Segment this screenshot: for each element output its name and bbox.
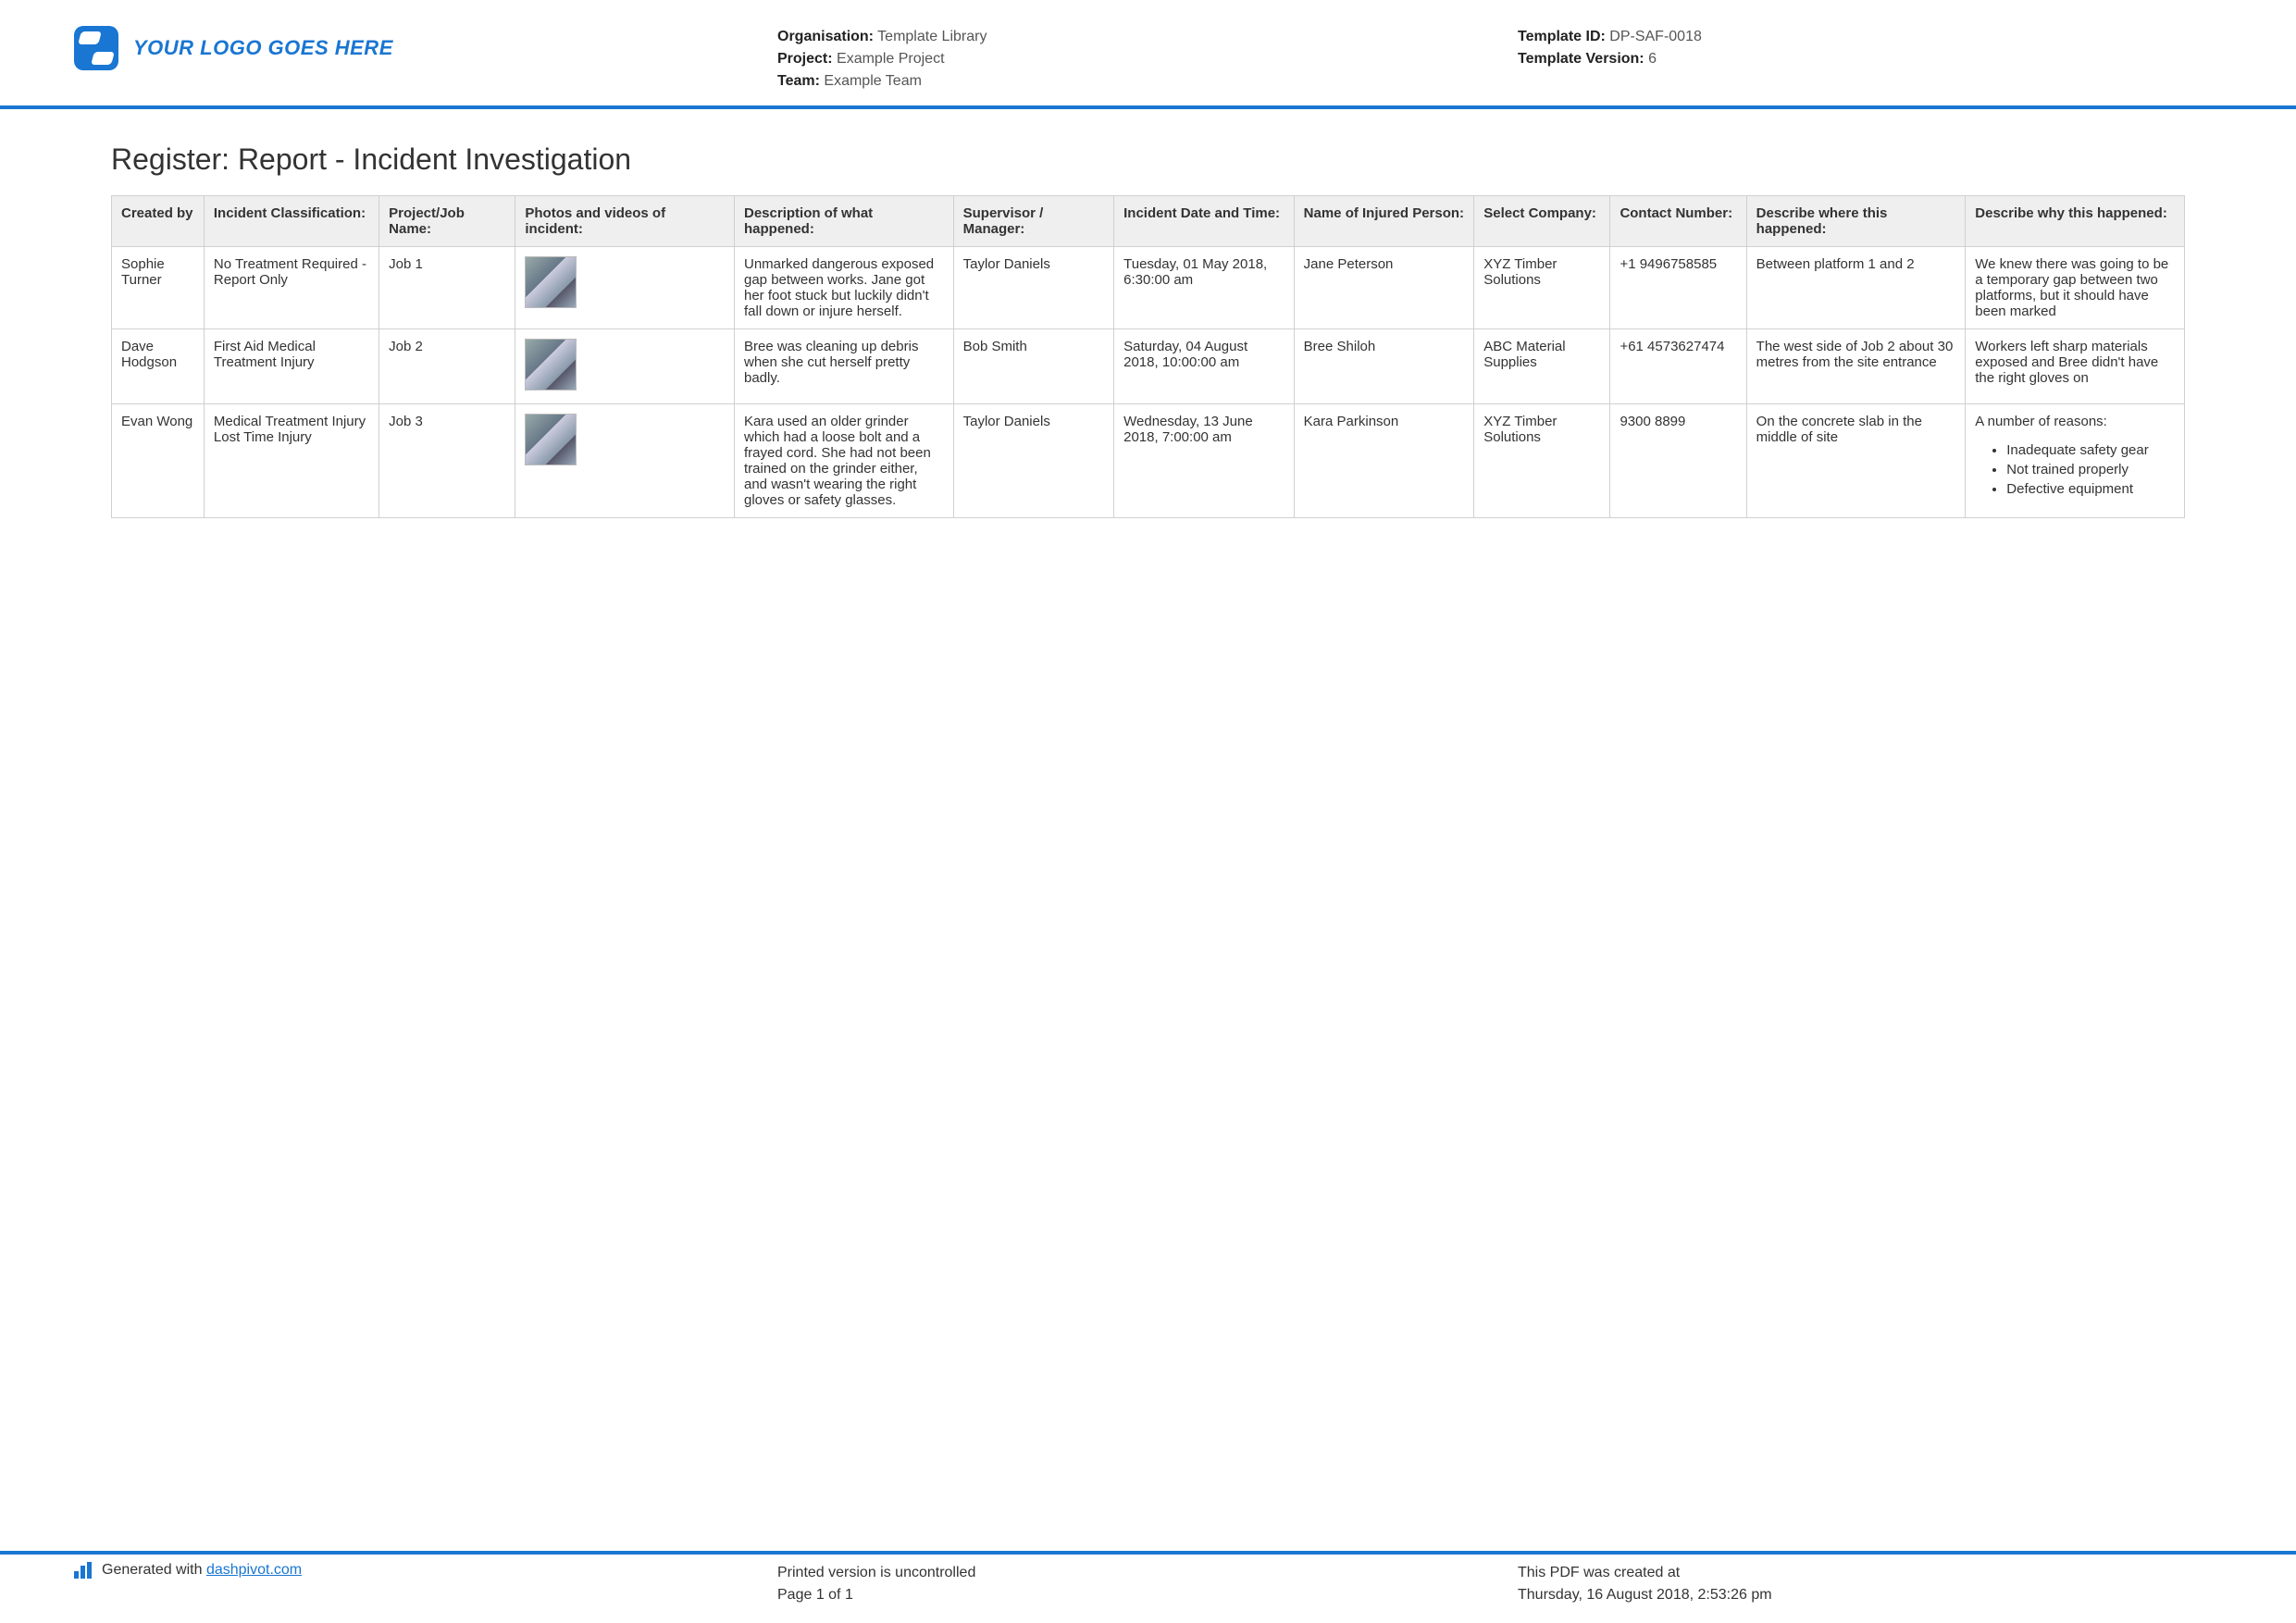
column-header: Supervisor / Manager: [953,196,1114,247]
cell-created-by: Evan Wong [112,404,205,518]
column-header: Incident Date and Time: [1114,196,1295,247]
incident-photo-1 [525,256,577,308]
bar-chart-icon [74,1562,93,1579]
cell-datetime: Tuesday, 01 May 2018, 6:30:00 am [1114,247,1295,329]
column-header: Photos and videos of incident: [515,196,735,247]
column-header: Incident Classification: [204,196,379,247]
organisation-value: Template Library [877,29,987,44]
cell-classification: First Aid Medical Treatment Injury [204,329,379,404]
page-title: Register: Report - Incident Investigatio… [0,109,2296,195]
column-header: Select Company: [1474,196,1610,247]
cell-where: Between platform 1 and 2 [1746,247,1966,329]
column-header: Description of what happened: [735,196,954,247]
cell-created-by: Dave Hodgson [112,329,205,404]
template-version-value: 6 [1648,51,1657,67]
cell-description: Kara used an older grinder which had a l… [735,404,954,518]
header-meta-center: Organisation: Template Library Project: … [777,26,1518,93]
cell-injured: Bree Shiloh [1294,329,1474,404]
cell-where: On the concrete slab in the middle of si… [1746,404,1966,518]
project-label: Project: [777,51,833,67]
generated-prefix: Generated with [102,1562,206,1578]
cell-supervisor: Taylor Daniels [953,404,1114,518]
team-value: Example Team [824,73,922,89]
cell-company: XYZ Timber Solutions [1474,247,1610,329]
template-version-label: Template Version: [1518,51,1644,67]
cell-photo [515,329,735,404]
cell-job: Job 2 [379,329,515,404]
footer-created-label: This PDF was created at [1518,1562,2222,1584]
cell-contact: 9300 8899 [1610,404,1746,518]
footer-created-timestamp: Thursday, 16 August 2018, 2:53:26 pm [1518,1584,2222,1606]
cell-photo [515,404,735,518]
organisation-label: Organisation: [777,29,874,44]
column-header: Contact Number: [1610,196,1746,247]
document-header: YOUR LOGO GOES HERE Organisation: Templa… [0,0,2296,109]
column-header: Project/Job Name: [379,196,515,247]
brand-logo-icon [74,26,118,70]
footer-right: This PDF was created at Thursday, 16 Aug… [1518,1562,2222,1606]
logo-placeholder-text: YOUR LOGO GOES HERE [133,36,393,60]
cell-job: Job 1 [379,247,515,329]
why-reason-item: Inadequate safety gear [2006,442,2175,458]
why-reason-item: Defective equipment [2006,481,2175,497]
footer-page-number: Page 1 of 1 [777,1584,1518,1606]
cell-job: Job 3 [379,404,515,518]
register-table: Created byIncident Classification:Projec… [111,195,2185,518]
cell-where: The west side of Job 2 about 30 metres f… [1746,329,1966,404]
project-value: Example Project [837,51,945,67]
footer-center: Printed version is uncontrolled Page 1 o… [777,1562,1518,1606]
document-page: YOUR LOGO GOES HERE Organisation: Templa… [0,0,2296,1623]
team-label: Team: [777,73,820,89]
column-header: Describe why this happened: [1966,196,2185,247]
register-table-wrap: Created byIncident Classification:Projec… [0,195,2296,518]
why-reason-list: Inadequate safety gear Not trained proper… [1975,442,2175,497]
cell-company: ABC Material Supplies [1474,329,1610,404]
cell-classification: Medical Treatment Injury Lost Time Injur… [204,404,379,518]
cell-description: Unmarked dangerous exposed gap between w… [735,247,954,329]
cell-why: A number of reasons:Inadequate safety ge… [1966,404,2185,518]
dashpivot-link[interactable]: dashpivot.com [206,1562,302,1578]
table-body: Sophie TurnerNo Treatment Required - Rep… [112,247,2185,518]
cell-supervisor: Bob Smith [953,329,1114,404]
table-row: Dave HodgsonFirst Aid Medical Treatment … [112,329,2185,404]
cell-description: Bree was cleaning up debris when she cut… [735,329,954,404]
cell-contact: +61 4573627474 [1610,329,1746,404]
header-meta-right: Template ID: DP-SAF-0018 Template Versio… [1518,26,2222,70]
cell-photo [515,247,735,329]
cell-created-by: Sophie Turner [112,247,205,329]
template-id-label: Template ID: [1518,29,1606,44]
cell-classification: No Treatment Required - Report Only [204,247,379,329]
cell-contact: +1 9496758585 [1610,247,1746,329]
cell-injured: Jane Peterson [1294,247,1474,329]
cell-why: Workers left sharp materials exposed and… [1966,329,2185,404]
footer-left: Generated with dashpivot.com [74,1562,777,1606]
cell-company: XYZ Timber Solutions [1474,404,1610,518]
document-footer: Generated with dashpivot.com Printed ver… [0,1551,2296,1623]
table-row: Evan WongMedical Treatment Injury Lost T… [112,404,2185,518]
cell-datetime: Saturday, 04 August 2018, 10:00:00 am [1114,329,1295,404]
logo-block: YOUR LOGO GOES HERE [74,26,777,70]
incident-photo-2 [525,339,577,390]
template-id-value: DP-SAF-0018 [1609,29,1702,44]
cell-datetime: Wednesday, 13 June 2018, 7:00:00 am [1114,404,1295,518]
cell-supervisor: Taylor Daniels [953,247,1114,329]
footer-uncontrolled: Printed version is uncontrolled [777,1562,1518,1584]
why-reason-item: Not trained properly [2006,462,2175,477]
cell-why: We knew there was going to be a temporar… [1966,247,2185,329]
cell-injured: Kara Parkinson [1294,404,1474,518]
column-header: Name of Injured Person: [1294,196,1474,247]
column-header: Describe where this happened: [1746,196,1966,247]
table-row: Sophie TurnerNo Treatment Required - Rep… [112,247,2185,329]
incident-photo-3 [525,414,577,465]
table-head: Created byIncident Classification:Projec… [112,196,2185,247]
column-header: Created by [112,196,205,247]
